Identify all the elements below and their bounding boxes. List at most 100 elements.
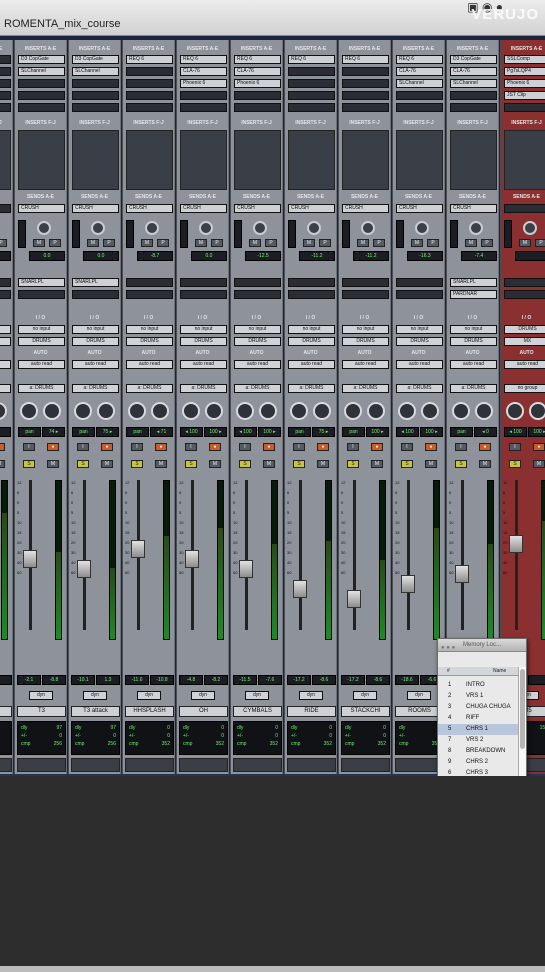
send-slot[interactable]: CRUSH (342, 204, 389, 213)
comments-box[interactable] (287, 758, 336, 772)
output-selector[interactable]: DRUMS (288, 337, 335, 346)
insert-slot[interactable]: D3 CopGate (72, 55, 119, 64)
inserts-fj-slots[interactable] (450, 130, 497, 190)
record-enable-button[interactable]: ● (479, 443, 491, 451)
volume-fader[interactable] (455, 565, 469, 583)
pan-knob[interactable] (344, 402, 362, 420)
insert-slot[interactable] (180, 103, 227, 112)
insert-slot[interactable]: SLChannel (18, 67, 65, 76)
send-pan-knob[interactable] (91, 221, 105, 235)
group-selector[interactable]: a: DRUMS (342, 384, 389, 393)
pan-knob[interactable] (236, 402, 254, 420)
record-enable-button[interactable]: ● (263, 443, 275, 451)
record-enable-button[interactable]: ● (533, 443, 545, 451)
send-mute-button[interactable]: M (33, 239, 45, 247)
send-mute-button[interactable]: M (519, 239, 531, 247)
group-selector[interactable]: a: DRUMS (18, 384, 65, 393)
group-selector[interactable]: a: DRUMS (234, 384, 281, 393)
automation-mode-selector[interactable]: auto read (234, 360, 281, 369)
pan-knob-right[interactable] (43, 402, 61, 420)
output-selector[interactable]: DRUMS (396, 337, 443, 346)
mute-button[interactable]: M (425, 460, 437, 468)
send-slot[interactable]: CRUSH (234, 204, 281, 213)
group-selector[interactable] (0, 384, 11, 393)
input-selector[interactable]: no input (126, 325, 173, 334)
output-selector[interactable]: DRUMS (18, 337, 65, 346)
record-enable-button[interactable]: ● (425, 443, 437, 451)
send-pre-button[interactable]: P (103, 239, 115, 247)
insert-slot[interactable] (18, 79, 65, 88)
send-fader[interactable] (288, 220, 296, 248)
mute-button[interactable]: M (317, 460, 329, 468)
insert-slot[interactable] (396, 103, 443, 112)
input-selector[interactable]: no input (288, 325, 335, 334)
group-selector[interactable]: a: DRUMS (396, 384, 443, 393)
memory-locations-titlebar[interactable]: ● ● ● Memory Loc... (438, 639, 526, 652)
insert-slot[interactable] (0, 79, 11, 88)
insert-slot[interactable] (0, 91, 11, 100)
insert-slot[interactable] (18, 91, 65, 100)
send-slot[interactable]: SNARLPL (450, 278, 497, 287)
comments-box[interactable] (17, 758, 66, 772)
inserts-fj-slots[interactable] (180, 130, 227, 190)
group-selector[interactable]: a: DRUMS (180, 384, 227, 393)
volume-fader[interactable] (131, 540, 145, 558)
send-pan-knob[interactable] (415, 221, 429, 235)
insert-slot[interactable]: CLA-76 (234, 67, 281, 76)
send-slot[interactable]: CRUSH (288, 204, 335, 213)
input-selector[interactable] (0, 325, 11, 334)
insert-slot[interactable]: Phoenix 6 (504, 79, 545, 88)
volume-fader[interactable] (239, 560, 253, 578)
input-monitor-button[interactable]: I (77, 443, 89, 451)
send-slot[interactable]: CRUSH (72, 204, 119, 213)
send-pre-button[interactable]: P (481, 239, 493, 247)
send-slot[interactable]: SNARLPL (72, 278, 119, 287)
send-slot[interactable] (126, 278, 173, 287)
send-slot[interactable]: CRUSH (180, 204, 227, 213)
pan-knob-right[interactable] (0, 402, 7, 420)
automation-mode-selector[interactable]: auto read (396, 360, 443, 369)
insert-slot[interactable] (72, 79, 119, 88)
memory-location-row[interactable]: 8 BREAKDOWN (438, 746, 518, 757)
send-fader[interactable] (18, 220, 26, 248)
dyn-button[interactable]: dyn (299, 691, 323, 700)
insert-slot[interactable] (126, 91, 173, 100)
send-slot[interactable] (234, 290, 281, 299)
insert-slot[interactable] (126, 79, 173, 88)
solo-button[interactable]: S (131, 460, 143, 468)
mute-button[interactable]: M (0, 460, 5, 468)
send-slot[interactable] (180, 278, 227, 287)
dyn-button[interactable]: dyn (83, 691, 107, 700)
group-selector[interactable]: a: DRUMS (126, 384, 173, 393)
insert-slot[interactable]: JST Clip (504, 91, 545, 100)
insert-slot[interactable]: REQ 6 (180, 55, 227, 64)
input-monitor-button[interactable]: I (401, 443, 413, 451)
pan-knob-right[interactable] (151, 402, 169, 420)
mute-button[interactable]: M (47, 460, 59, 468)
comments-box[interactable] (71, 758, 120, 772)
volume-fader[interactable] (77, 560, 91, 578)
dyn-button[interactable]: dyn (245, 691, 269, 700)
send-pre-button[interactable]: P (535, 239, 545, 247)
input-selector[interactable]: no input (18, 325, 65, 334)
output-selector[interactable]: DRUMS (72, 337, 119, 346)
inserts-fj-slots[interactable] (396, 130, 443, 190)
input-monitor-button[interactable]: I (131, 443, 143, 451)
input-monitor-button[interactable]: I (185, 443, 197, 451)
volume-fader[interactable] (401, 575, 415, 593)
mute-button[interactable]: M (533, 460, 545, 468)
track-name[interactable]: STACKCHI (341, 706, 390, 717)
pan-knob[interactable] (20, 402, 38, 420)
insert-slot[interactable] (0, 103, 11, 112)
comments-box[interactable] (341, 758, 390, 772)
inserts-fj-slots[interactable] (126, 130, 173, 190)
pan-knob-right[interactable] (475, 402, 493, 420)
insert-slot[interactable] (234, 103, 281, 112)
pan-knob[interactable] (398, 402, 416, 420)
send-pre-button[interactable]: P (157, 239, 169, 247)
insert-slot[interactable] (72, 91, 119, 100)
automation-mode-selector[interactable]: auto read (180, 360, 227, 369)
send-pre-button[interactable]: P (319, 239, 331, 247)
send-slot[interactable] (0, 290, 11, 299)
pan-knob[interactable] (128, 402, 146, 420)
